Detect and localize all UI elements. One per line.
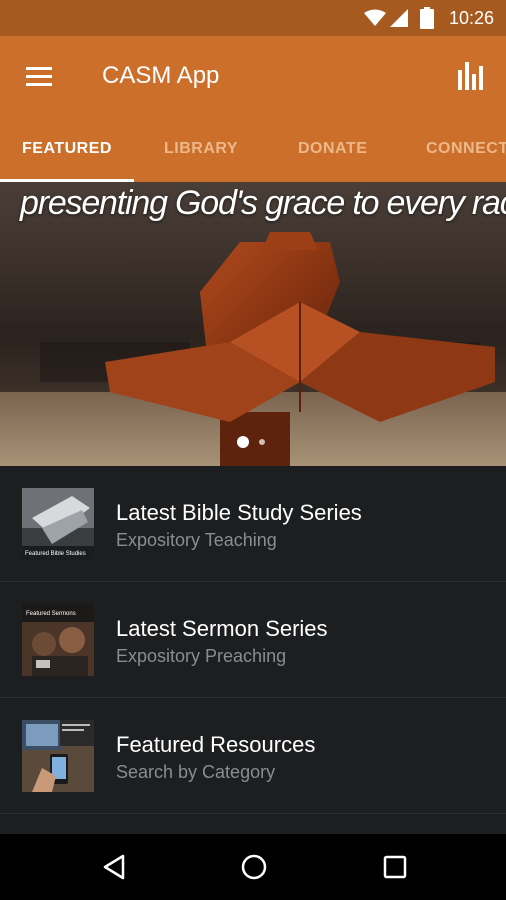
recents-icon[interactable] [382, 853, 408, 881]
svg-text:Featured Sermons: Featured Sermons [26, 611, 76, 617]
tab-bar: FEATURED LIBRARY DONATE CONNECT [0, 118, 506, 182]
list-item-title: Latest Bible Study Series [116, 500, 362, 525]
status-bar: 10:26 [0, 0, 506, 36]
list-item-subtitle: Expository Preaching [116, 646, 287, 666]
carousel-dot[interactable] [259, 439, 265, 445]
tab-library[interactable]: LIBRARY [164, 140, 238, 158]
bible-study-thumbnail: Featured Bible Studies [22, 488, 94, 560]
resources-thumbnail [22, 720, 94, 792]
list-item-resources[interactable]: Featured Resources Search by Category [0, 698, 506, 814]
list-item-title: Featured Resources [116, 732, 316, 757]
back-icon[interactable] [101, 853, 127, 881]
list-item-sermon[interactable]: Featured Sermons Latest Sermon Series Ex… [0, 582, 506, 698]
list-item-subtitle: Search by Category [116, 762, 276, 782]
pulpit-cross-image [0, 232, 506, 466]
carousel-dot-active[interactable] [237, 436, 249, 448]
tab-connect[interactable]: CONNECT [426, 140, 506, 158]
svg-text:Featured Bible Studies: Featured Bible Studies [25, 551, 86, 557]
menu-icon[interactable] [20, 62, 56, 92]
hero-caption: presenting God's grace to every race [20, 184, 506, 222]
stats-icon[interactable] [456, 58, 488, 94]
tab-donate[interactable]: DONATE [298, 140, 367, 158]
sermon-thumbnail: Featured Sermons [22, 604, 94, 676]
status-time: 10:26 [448, 8, 494, 28]
hero-carousel[interactable]: presenting God's grace to every race [0, 182, 506, 466]
wifi-icon [364, 9, 386, 26]
battery-icon [420, 7, 434, 29]
list-item-title: Latest Sermon Series [116, 616, 328, 641]
home-icon[interactable] [240, 853, 268, 881]
app-bar: CASM App [0, 36, 506, 118]
system-nav-bar [0, 834, 506, 900]
signal-icon [390, 9, 408, 27]
list-item-bible-study[interactable]: Featured Bible Studies Latest Bible Stud… [0, 466, 506, 582]
list-item-subtitle: Expository Teaching [116, 530, 277, 550]
tab-featured[interactable]: FEATURED [22, 140, 112, 158]
featured-list: Featured Bible Studies Latest Bible Stud… [0, 466, 506, 814]
app-title: CASM App [102, 62, 220, 89]
